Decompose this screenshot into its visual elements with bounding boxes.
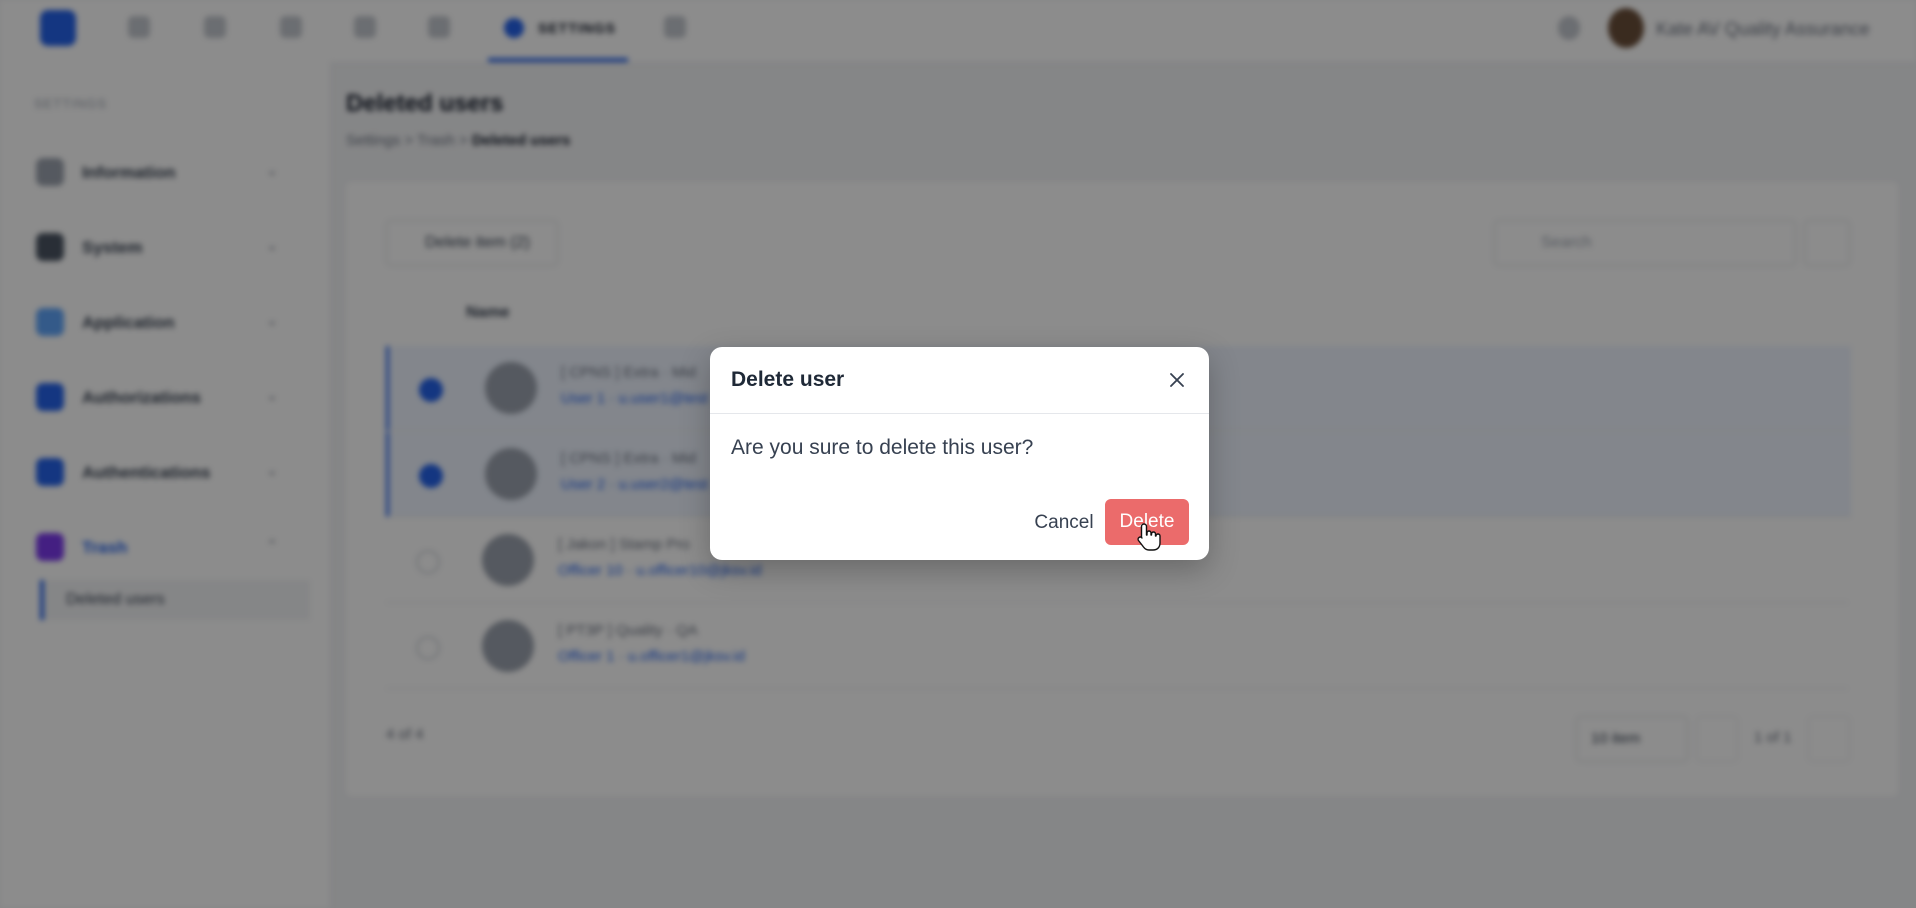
dialog-message: Are you sure to delete this user? (731, 436, 1034, 459)
hand-cursor-icon (1137, 523, 1161, 551)
close-icon[interactable] (1164, 367, 1190, 393)
delete-user-dialog: Delete user Are you sure to delete this … (710, 347, 1209, 560)
cancel-button[interactable]: Cancel (1009, 501, 1119, 545)
dialog-header: Delete user (710, 347, 1209, 414)
dialog-title: Delete user (731, 368, 845, 391)
